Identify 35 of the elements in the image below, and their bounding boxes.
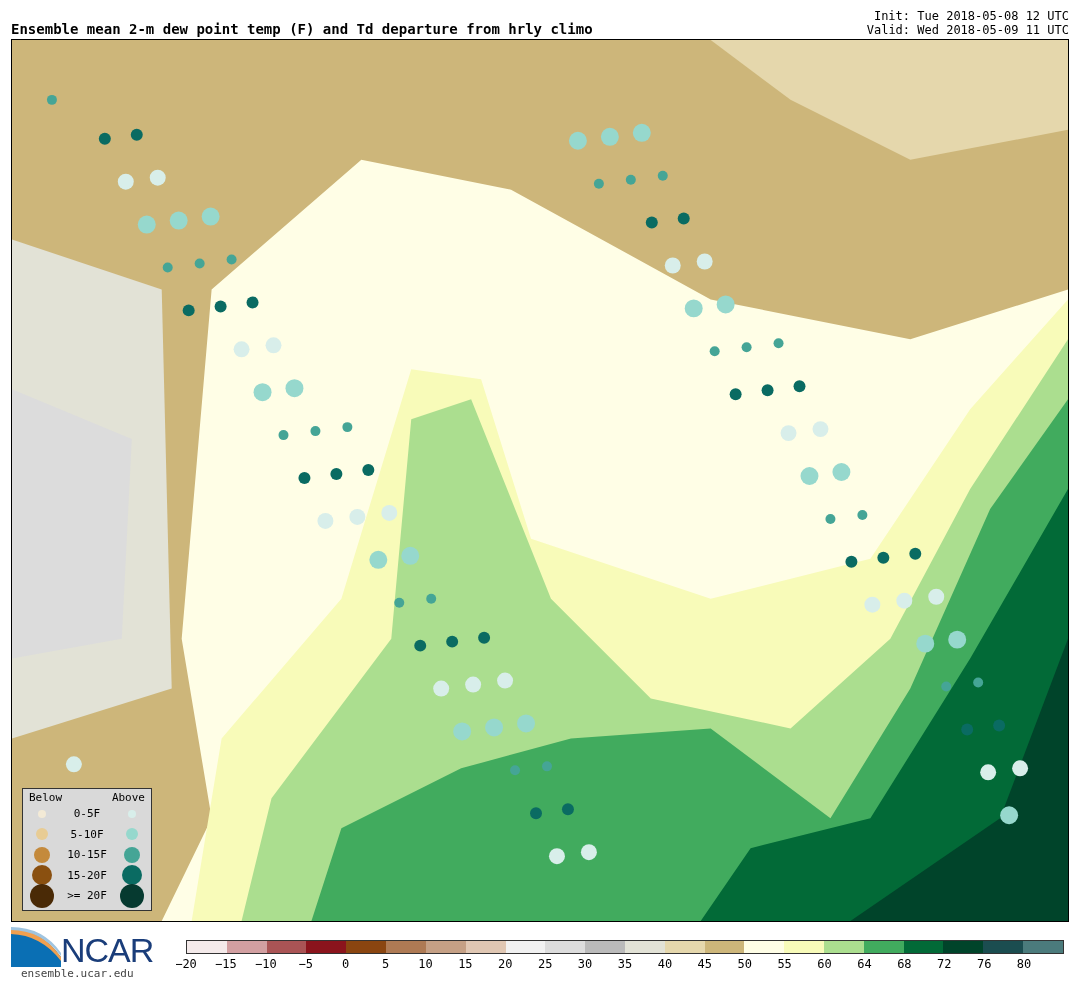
legend-label: 5-10F [69,827,105,841]
colorbar-tick-label: −10 [254,957,277,971]
colorbar-tick-label: −20 [175,957,197,971]
website-url: ensemble.ucar.edu [20,967,135,980]
colorbar-tick-label: −5 [298,957,313,971]
legend-heading: Above [111,790,145,804]
legend-label: 10-15F [66,848,108,862]
colorbar-tick-label: 25 [537,957,553,971]
legend-heading: Below [29,790,63,804]
valid-time: Valid: Wed 2018-05-09 11 UTC [866,23,1069,37]
colorbar-tick-label: 45 [697,957,713,971]
colorbar-tick-label: 60 [817,957,832,971]
colorbar-tick-label: 80 [1016,957,1032,971]
colorbar-tick-label: 50 [737,957,752,971]
legend-label: 0-5F [72,807,102,821]
legend-label: 15-20F [66,868,108,882]
colorbar-tick-label: 5 [381,957,390,971]
colorbar-tick-label: 55 [777,957,792,971]
logo-text: NCAR [61,933,154,967]
colorbar-tick-label: 68 [897,957,912,971]
colorbar-tick-label: 64 [857,957,872,971]
colorbar-tick-label: 10 [418,957,433,971]
swoosh-icon [11,927,61,967]
colorbar-tick-label: 0 [342,957,350,971]
colorbar-tick-label: 40 [657,957,673,971]
colorbar-tick-label: 35 [617,957,633,971]
colorbar-tick-label: 15 [458,957,473,971]
colorbar-tick-label: −15 [215,957,237,971]
legend-label: >= 20F [66,889,108,903]
colorbar-tick-label: 76 [976,957,992,971]
colorbar-tick-label: 72 [937,957,952,971]
colorbar-tick-label: 20 [498,957,513,971]
colorbar-tick-label: 30 [577,957,593,971]
chart-title: Ensemble mean 2-m dew point temp (F) and Td departure from hrly climo [11,21,593,37]
init-time: Init: Tue 2018-05-08 12 UTC [872,9,1069,23]
